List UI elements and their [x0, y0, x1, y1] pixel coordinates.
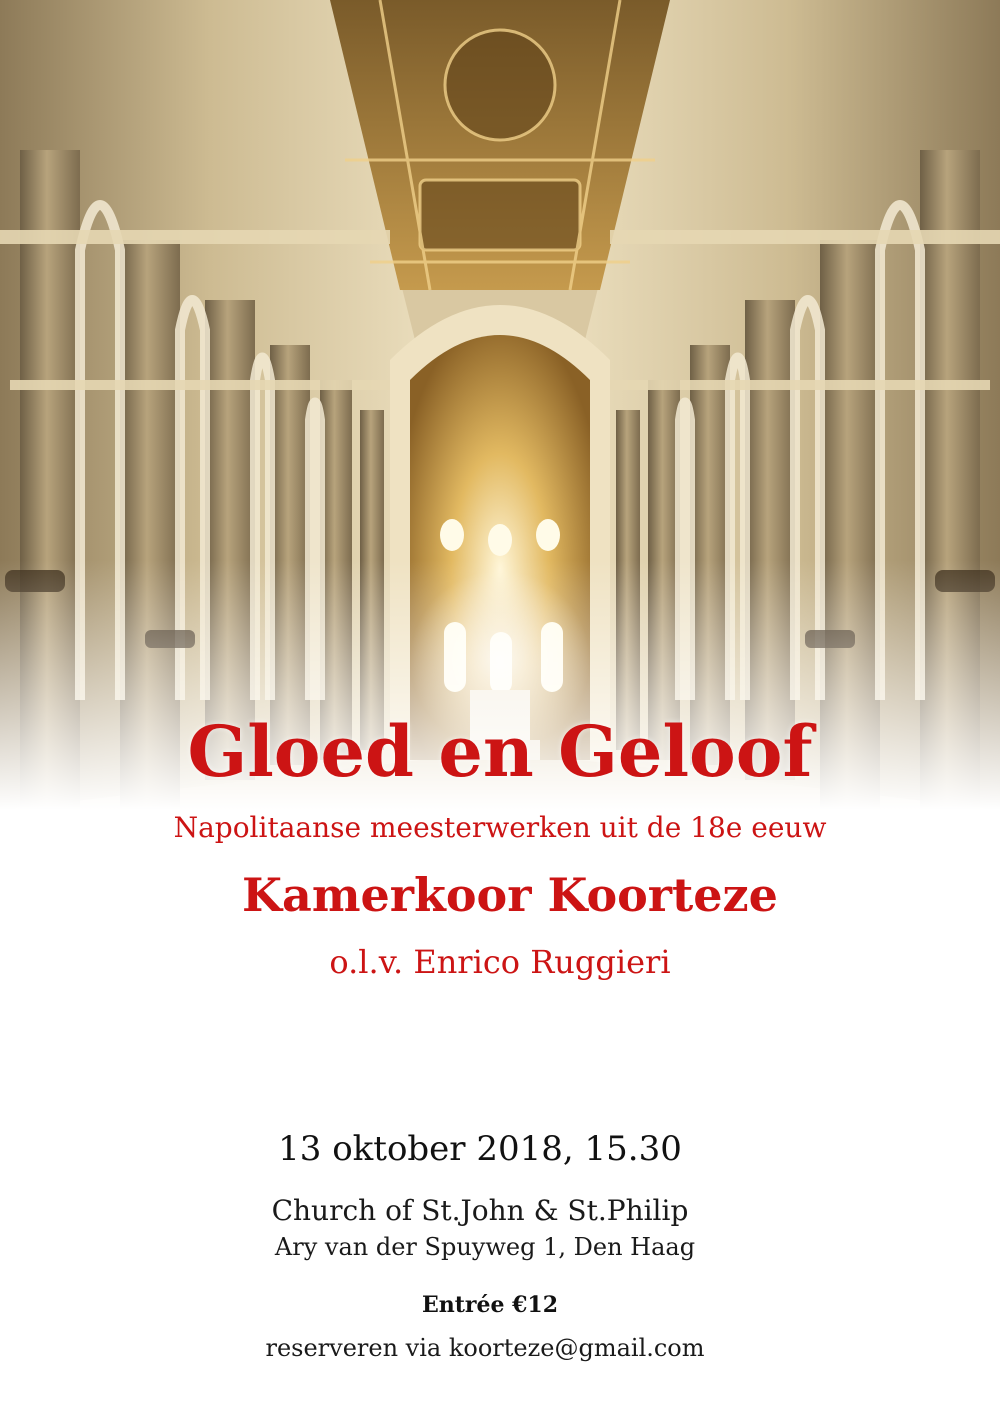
venue-address: Ary van der Spuyweg 1, Den Haag	[274, 1233, 696, 1261]
venue-name: Church of St.John & St.Philip	[271, 1194, 689, 1227]
choir-name: Kamerkoor Koorteze	[242, 868, 778, 922]
entry-price: Entrée €12	[421, 1292, 559, 1318]
conductor-line: o.l.v. Enrico Ruggieri	[329, 943, 671, 981]
concert-date: 13 oktober 2018, 15.30	[278, 1129, 682, 1169]
concert-subtitle: Napolitaanse meesterwerken uit de 18e ee…	[173, 811, 827, 844]
reservation-info: reserveren via koorteze@gmail.com	[265, 1334, 705, 1362]
concert-title: Gloed en Geloof	[187, 710, 813, 793]
concert-poster: Gloed en Geloof Napolitaanse meesterwerk…	[0, 0, 1000, 1415]
cathedral-photo	[0, 0, 1000, 810]
